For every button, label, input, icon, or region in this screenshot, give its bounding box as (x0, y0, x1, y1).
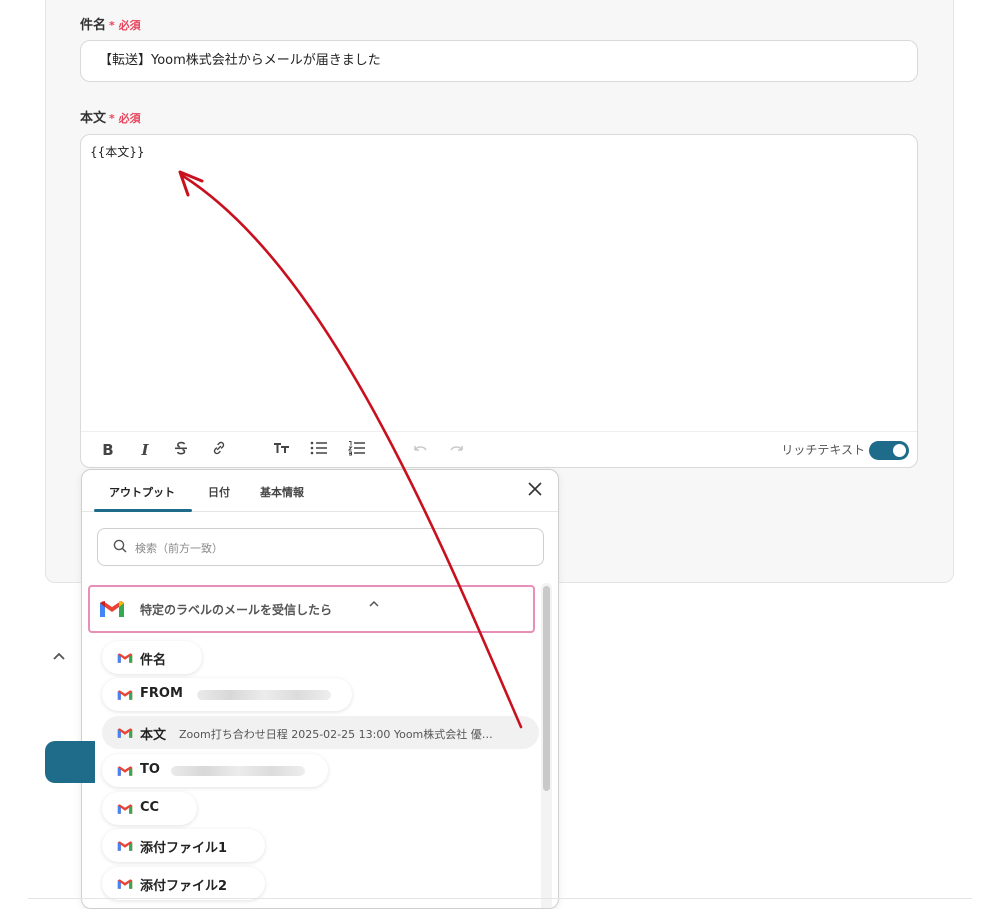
gmail-icon (117, 766, 133, 776)
numbered-list-button[interactable] (347, 440, 367, 460)
gmail-icon (117, 690, 133, 700)
search-icon (113, 539, 127, 553)
output-item-label: 添付ファイル1 (140, 841, 228, 856)
chevron-up-icon[interactable] (52, 648, 66, 667)
undo-icon (414, 446, 427, 451)
output-item-label: CC (140, 800, 160, 815)
italic-button[interactable]: I (135, 440, 155, 460)
picker-tabs: アウトプット 日付 基本情報 (82, 470, 558, 512)
required-mark: * 必須 (109, 19, 141, 32)
link-icon (213, 441, 225, 455)
scrollbar[interactable] (541, 583, 552, 908)
redacted-value (197, 690, 331, 700)
search-input[interactable]: 検索（前方一致） (97, 528, 544, 566)
rich-text-toggle[interactable] (869, 441, 909, 460)
gmail-icon (117, 879, 133, 889)
scrollbar-thumb[interactable] (543, 586, 550, 791)
output-item-value: Zoom打ち合わせ日程 2025-02-25 13:00 Yoom株式会社 優… (179, 728, 493, 741)
link-button[interactable] (209, 440, 229, 460)
output-item-attachment-2[interactable]: 添付ファイル2 (102, 867, 265, 900)
body-label: 本文 * 必須 (80, 111, 141, 126)
redo-button[interactable] (447, 440, 467, 460)
rich-text-label: リッチテキスト (781, 443, 865, 457)
output-item-label: 添付ファイル2 (140, 879, 228, 894)
save-button[interactable] (45, 741, 95, 783)
gmail-icon (100, 601, 124, 617)
output-item-label: 本文 (140, 728, 167, 743)
required-mark: * 必須 (109, 112, 141, 125)
trigger-label: 特定のラベルのメールを受信したら (140, 603, 333, 617)
gmail-icon (117, 653, 133, 663)
active-tab-indicator (94, 509, 192, 512)
bold-button[interactable]: B (98, 440, 118, 460)
output-item-to[interactable]: TO (102, 754, 328, 787)
tab-basic-info[interactable]: 基本情報 (260, 484, 304, 500)
output-item-label: TO (140, 762, 160, 777)
output-picker-popup: アウトプット 日付 基本情報 検索（前方一致） 特定のラベルのメールを受信したら… (81, 469, 559, 909)
text-size-button[interactable] (272, 440, 292, 460)
output-item-label: FROM (140, 686, 183, 701)
tab-date[interactable]: 日付 (208, 484, 230, 500)
gmail-icon (117, 841, 133, 851)
gmail-icon (117, 804, 133, 814)
body-editor[interactable]: {{本文}} B I リッチテキスト (80, 134, 918, 468)
output-item-body[interactable]: 本文 Zoom打ち合わせ日程 2025-02-25 13:00 Yoom株式会社… (102, 716, 539, 749)
gmail-icon (117, 728, 133, 738)
subject-input[interactable]: 【転送】Yoom株式会社からメールが届きました (80, 40, 918, 82)
trigger-group-header[interactable]: 特定のラベルのメールを受信したら (88, 585, 535, 633)
bullet-list-button[interactable] (309, 440, 329, 460)
redacted-value (171, 766, 305, 776)
close-icon[interactable] (526, 481, 544, 499)
text-size-icon (274, 443, 289, 453)
chevron-up-icon[interactable] (368, 598, 380, 614)
subject-label: 件名 * 必須 (80, 18, 141, 33)
numbered-list-icon (347, 441, 365, 456)
strikethrough-icon (175, 441, 187, 455)
output-item-cc[interactable]: CC (102, 792, 197, 825)
output-item-attachment-1[interactable]: 添付ファイル1 (102, 829, 265, 862)
undo-button[interactable] (410, 440, 430, 460)
output-item-label: 件名 (140, 653, 167, 668)
redo-icon (450, 446, 463, 451)
output-item-from[interactable]: FROM (102, 678, 352, 711)
editor-toolbar: B I リッチテキスト (81, 431, 917, 467)
search-placeholder: 検索（前方一致） (135, 542, 223, 555)
body-text[interactable]: {{本文}} (90, 143, 145, 160)
strikethrough-button[interactable] (171, 440, 191, 460)
output-item-subject[interactable]: 件名 (102, 641, 202, 674)
tab-output[interactable]: アウトプット (109, 484, 175, 500)
divider (28, 898, 972, 899)
bullet-list-icon (310, 441, 327, 455)
